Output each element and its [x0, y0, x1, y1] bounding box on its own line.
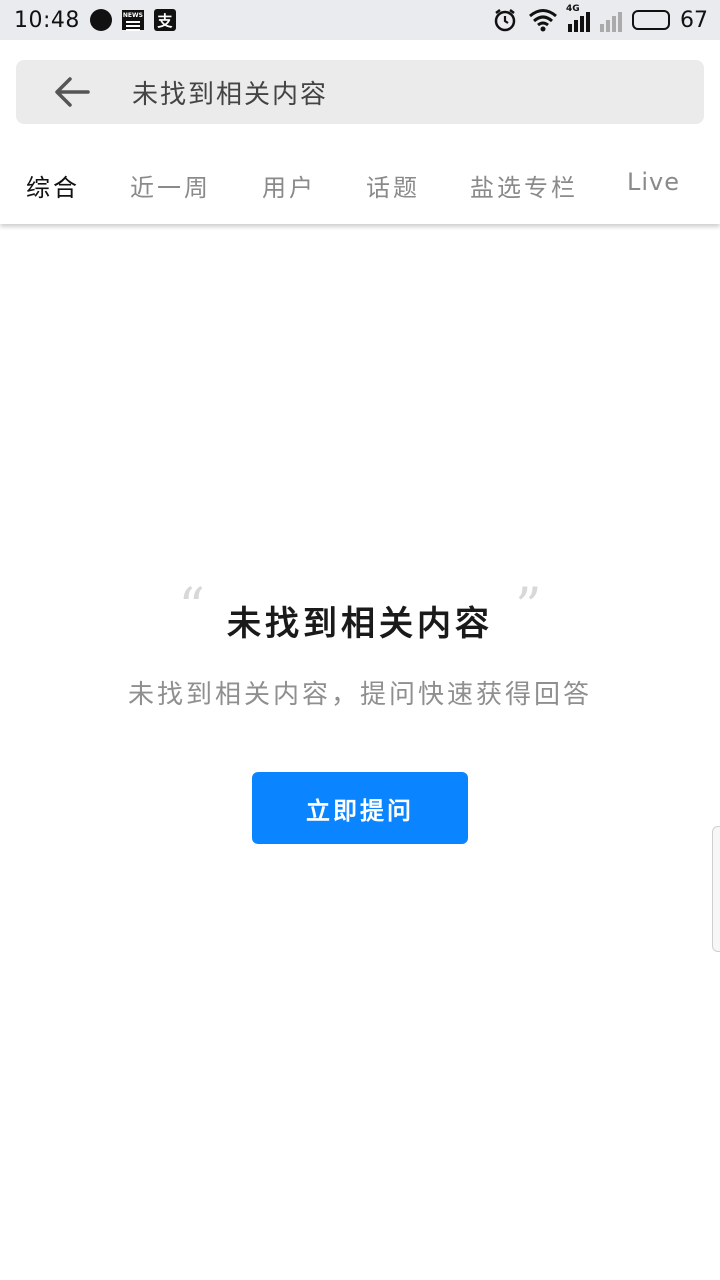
empty-title: 未找到相关内容 [227, 603, 493, 644]
signal-no-sim-icon [600, 8, 622, 32]
ask-question-button[interactable]: 立即提问 [252, 772, 468, 844]
tab-salt-columns[interactable]: 盐选专栏 [470, 168, 578, 203]
arrow-left-icon [55, 77, 90, 107]
news-app-icon: NEWS [121, 10, 144, 30]
search-box[interactable]: 未找到相关内容 [16, 60, 704, 124]
battery-percent: 67 [680, 7, 708, 33]
alarm-icon [494, 9, 516, 32]
battery-icon [632, 10, 670, 30]
status-bar: 10:48 NEWS 支 4G 67 [0, 0, 720, 40]
search-query-text[interactable]: 未找到相关内容 [132, 74, 328, 111]
tab-recent-week[interactable]: 近一周 [130, 168, 211, 203]
status-time: 10:48 [14, 7, 80, 33]
tab-live[interactable]: Live [627, 168, 680, 196]
open-quote-icon: “ [178, 578, 205, 638]
tab-comprehensive[interactable]: 综合 [26, 168, 80, 203]
signal-4g-icon: 4G [566, 4, 590, 32]
news-icon-label: NEWS [122, 12, 143, 19]
notification-dot-icon [89, 9, 112, 31]
empty-subtitle: 未找到相关内容，提问快速获得回答 [127, 680, 592, 710]
status-bar-right: 4G 67 [492, 4, 708, 33]
wifi-icon [529, 9, 557, 32]
close-quote-icon: ” [515, 578, 542, 638]
tab-topics[interactable]: 话题 [366, 168, 420, 203]
search-tabs: 综合 近一周 用户 话题 盐选专栏 Live [0, 148, 720, 218]
empty-state: “ 未找到相关内容 ” 未找到相关内容，提问快速获得回答 [0, 580, 720, 711]
back-button[interactable] [36, 60, 108, 124]
network-type-label: 4G [566, 4, 580, 14]
status-bar-left: 10:48 NEWS 支 [14, 8, 176, 33]
empty-title-row: “ 未找到相关内容 ” [0, 580, 720, 660]
side-drawer-handle[interactable] [712, 826, 720, 952]
app-bar: 未找到相关内容 综合 近一周 用户 话题 盐选专栏 Live [0, 40, 720, 224]
tab-users[interactable]: 用户 [262, 168, 316, 203]
alipay-icon: 支 [153, 9, 176, 31]
